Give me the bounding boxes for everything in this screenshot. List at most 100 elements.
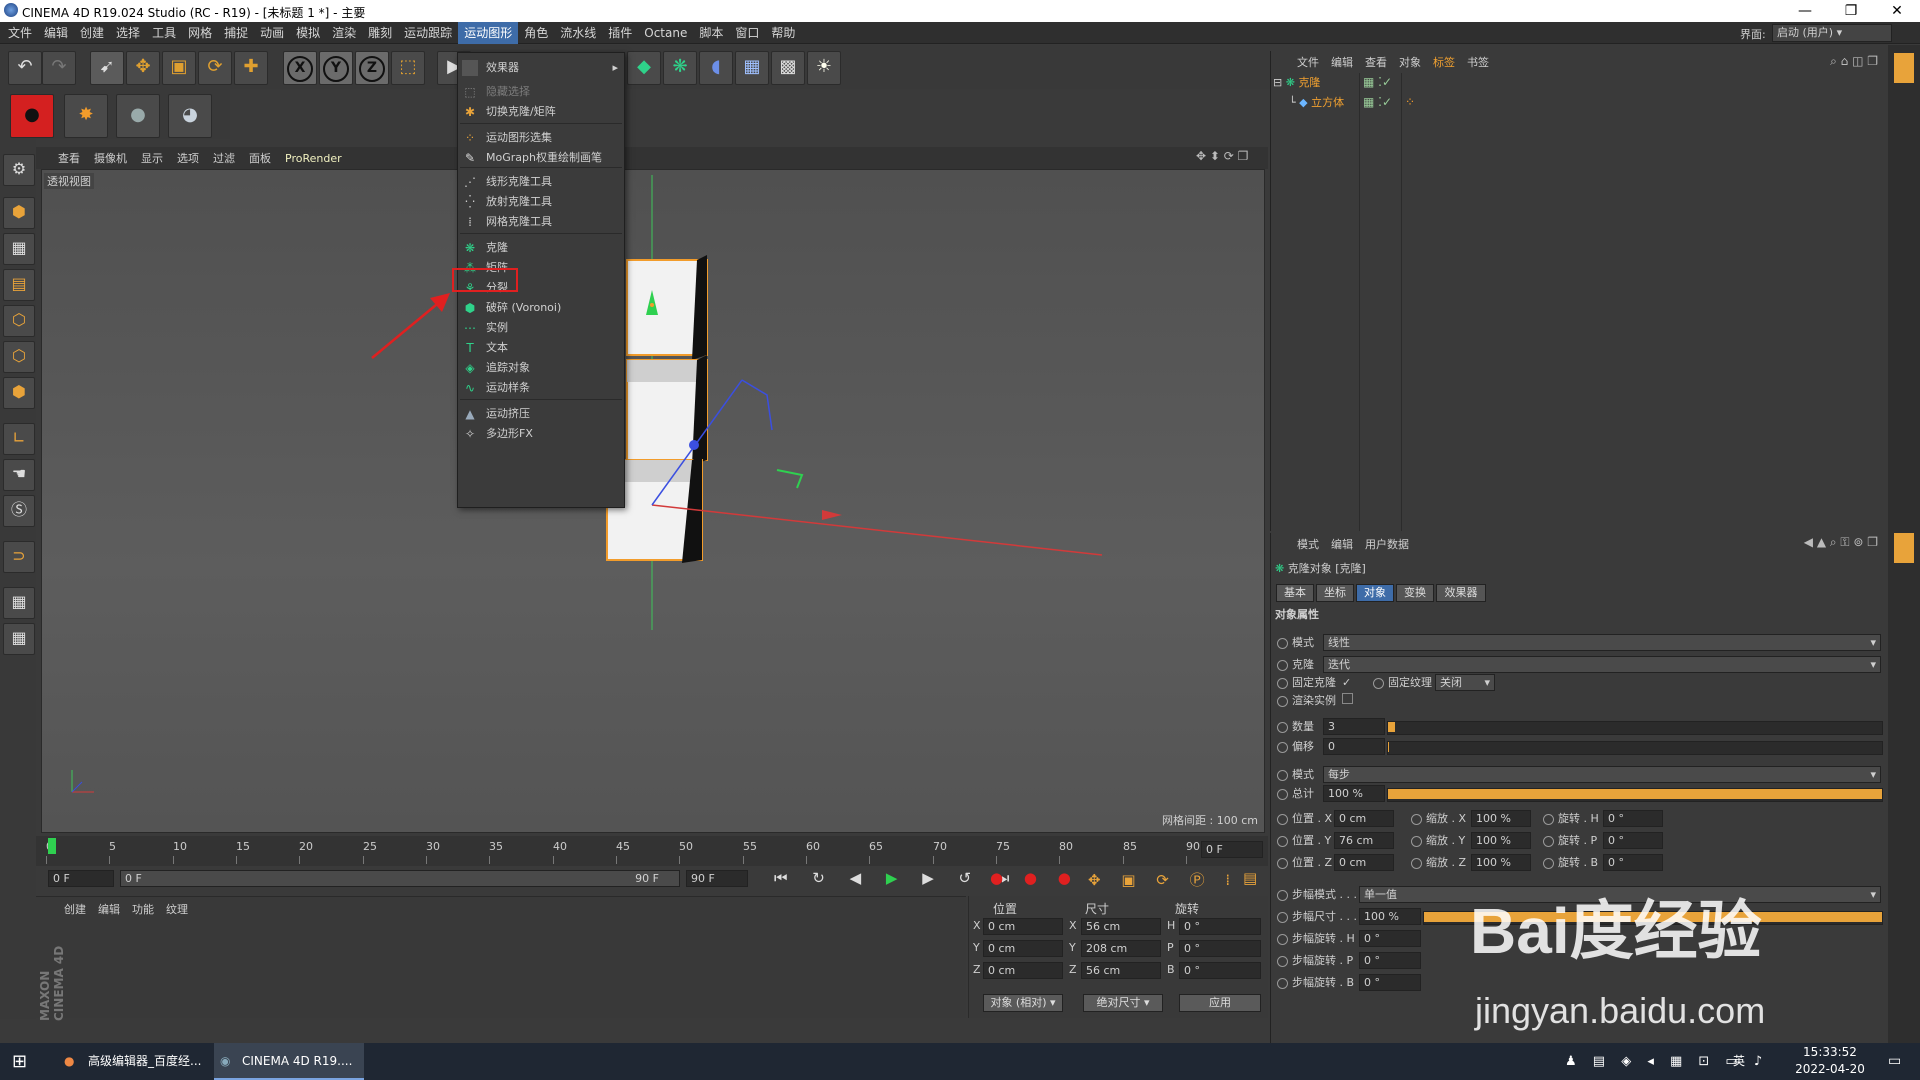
start-frame-field[interactable]: 0 F bbox=[48, 870, 114, 887]
cloner-visibility-icons[interactable]: ▦ ⁚✓ bbox=[1363, 75, 1392, 89]
mograph-menu-item-1[interactable]: ✱ 切换克隆/矩阵 bbox=[458, 101, 624, 123]
render-settings-button[interactable]: ✸ bbox=[64, 94, 108, 138]
animate-radio[interactable] bbox=[1277, 835, 1288, 847]
step-size-field[interactable]: 100 % bbox=[1359, 908, 1421, 925]
animate-radio[interactable] bbox=[1411, 857, 1422, 869]
menu-item-1[interactable]: 编辑 bbox=[38, 22, 74, 44]
menu-item-18[interactable]: 窗口 bbox=[729, 22, 765, 44]
phong-tag-icon[interactable]: ⁘ bbox=[1405, 95, 1415, 109]
render-instance-checkbox[interactable] bbox=[1342, 693, 1353, 704]
range-slider[interactable]: 0 F 90 F bbox=[120, 870, 680, 887]
menu-item-8[interactable]: 模拟 bbox=[290, 22, 326, 44]
material-sphere-icon[interactable]: ● bbox=[116, 94, 160, 138]
menu-item-15[interactable]: 插件 bbox=[602, 22, 638, 44]
menu-item-6[interactable]: 捕捉 bbox=[218, 22, 254, 44]
animate-radio[interactable] bbox=[1277, 911, 1288, 923]
transform-tool-button[interactable]: ✚ bbox=[234, 51, 268, 85]
menu-item-0[interactable]: 文件 bbox=[2, 22, 38, 44]
menu-item-5[interactable]: 网格 bbox=[182, 22, 218, 44]
total-field[interactable]: 100 % bbox=[1323, 785, 1385, 802]
total-slider[interactable] bbox=[1387, 788, 1883, 802]
mograph-menu-item-7[interactable]: ❋ 克隆 bbox=[458, 237, 624, 259]
mograph-menu-item-6[interactable]: ⁞ 网格克隆工具 bbox=[458, 211, 624, 233]
floor-object-button[interactable]: ▦ bbox=[735, 51, 769, 85]
select-tool-button[interactable]: ➹ bbox=[90, 51, 124, 85]
menu-item-17[interactable]: 脚本 bbox=[693, 22, 729, 44]
playhead[interactable] bbox=[48, 838, 56, 854]
coord-rot-field[interactable]: 0 ° bbox=[1179, 918, 1261, 935]
attr-pos-field[interactable]: 0 cm bbox=[1334, 810, 1394, 827]
redo-button[interactable]: ↷ bbox=[42, 51, 76, 85]
ime-indicator[interactable]: 英 bbox=[1733, 1043, 1745, 1080]
coord-size-field[interactable]: 208 cm bbox=[1081, 940, 1161, 957]
mograph-menu-item-4[interactable]: ⋰ 线形克隆工具 bbox=[458, 171, 624, 193]
viewport-nav-icons[interactable]: ✥ ⬍ ⟳ ❐ bbox=[1196, 149, 1248, 163]
animate-radio[interactable] bbox=[1277, 637, 1288, 649]
object-menu-item-3[interactable]: 对象 bbox=[1399, 56, 1421, 69]
menu-item-3[interactable]: 选择 bbox=[110, 22, 146, 44]
attr-rot-field[interactable]: 0 ° bbox=[1603, 810, 1663, 827]
menu-item-12[interactable]: 运动图形 bbox=[458, 22, 519, 44]
menu-item-7[interactable]: 动画 bbox=[254, 22, 290, 44]
clone-select[interactable]: 迭代 ▾ bbox=[1323, 656, 1881, 673]
animate-radio[interactable] bbox=[1277, 857, 1288, 869]
x-axis-lock-button[interactable]: X bbox=[283, 51, 317, 85]
current-frame-field[interactable]: 0 F bbox=[1201, 841, 1263, 858]
animate-radio[interactable] bbox=[1277, 813, 1288, 825]
apply-button[interactable]: 应用 bbox=[1179, 994, 1261, 1012]
attr-tab-3[interactable]: 变换 bbox=[1396, 584, 1434, 602]
snap-icon[interactable]: Ⓢ bbox=[3, 495, 35, 527]
animate-radio[interactable] bbox=[1277, 695, 1288, 707]
attr-pos-field[interactable]: 76 cm bbox=[1334, 832, 1394, 849]
rotate-tool-button[interactable]: ⟳ bbox=[198, 51, 232, 85]
taskbar-app-cinema4d[interactable]: ◉ CINEMA 4D R19.... bbox=[214, 1043, 364, 1080]
attr-rot-field[interactable]: 0 ° bbox=[1603, 832, 1663, 849]
menu-item-10[interactable]: 雕刻 bbox=[362, 22, 398, 44]
viewport-menu-item-0[interactable]: 查看 bbox=[58, 152, 80, 165]
fix-texture-select[interactable]: 关闭 ▾ bbox=[1435, 674, 1495, 691]
attr-tab-1[interactable]: 坐标 bbox=[1316, 584, 1354, 602]
close-icon[interactable]: ✕ bbox=[1874, 1, 1920, 21]
undo-button[interactable]: ↶ bbox=[8, 51, 42, 85]
axis-mode-icon[interactable]: ∟ bbox=[3, 423, 35, 455]
coordinate-system-button[interactable]: ⬚ bbox=[391, 51, 425, 85]
attr-tab-2[interactable]: 对象 bbox=[1356, 584, 1394, 602]
attr-scale-field[interactable]: 100 % bbox=[1471, 810, 1531, 827]
animate-radio[interactable] bbox=[1277, 788, 1288, 800]
notification-icon[interactable]: ▭ bbox=[1888, 1043, 1901, 1080]
menu-item-16[interactable]: Octane bbox=[638, 22, 693, 44]
menu-item-11[interactable]: 运动跟踪 bbox=[398, 22, 458, 44]
viewport-menu-item-5[interactable]: 面板 bbox=[249, 152, 271, 165]
minimize-icon[interactable]: — bbox=[1782, 1, 1828, 21]
mograph-menu-item-13[interactable]: ◈ 追踪对象 bbox=[458, 357, 624, 379]
taskbar-app-chrome[interactable]: ● 高级编辑器_百度经... bbox=[60, 1043, 238, 1080]
clock-date[interactable]: 2022-04-20 bbox=[1790, 1062, 1870, 1076]
viewport-menu-item-6[interactable]: ProRender bbox=[285, 152, 342, 165]
mograph-menu-item-3[interactable]: ✎ MoGraph权重绘制画笔 bbox=[458, 147, 624, 169]
animate-radio[interactable] bbox=[1543, 813, 1554, 825]
cube-visibility-icons[interactable]: ▦ ⁚✓ bbox=[1363, 95, 1392, 109]
menu-item-4[interactable]: 工具 bbox=[146, 22, 182, 44]
mograph-menu-item-15[interactable]: ▲ 运动挤压 bbox=[458, 403, 624, 425]
mograph-menu-item-10[interactable]: ⬢ 破碎 (Voronoi) bbox=[458, 297, 624, 319]
object-menu-item-2[interactable]: 查看 bbox=[1365, 56, 1387, 69]
attributes-tab-icon[interactable] bbox=[1894, 533, 1914, 563]
offset-field[interactable]: 0 bbox=[1323, 738, 1385, 755]
animate-radio[interactable] bbox=[1277, 741, 1288, 753]
animate-radio[interactable] bbox=[1277, 889, 1288, 901]
grid-lock-icon[interactable]: ▦ bbox=[3, 587, 35, 619]
texture-mode-icon[interactable]: ▦ bbox=[3, 233, 35, 265]
cube-object-button[interactable]: ◆ bbox=[627, 51, 661, 85]
render-button[interactable]: ● bbox=[10, 94, 54, 138]
menu-item-14[interactable]: 流水线 bbox=[554, 22, 602, 44]
magnet-icon[interactable]: ⊃ bbox=[3, 541, 35, 573]
animate-radio[interactable] bbox=[1373, 677, 1384, 689]
animate-radio[interactable] bbox=[1277, 955, 1288, 967]
mograph-menu-item-5[interactable]: ⁛ 放射克隆工具 bbox=[458, 191, 624, 213]
camera-object-button[interactable]: ▩ bbox=[771, 51, 805, 85]
mograph-menu-item-11[interactable]: ⋯ 实例 bbox=[458, 317, 624, 339]
animate-radio[interactable] bbox=[1277, 933, 1288, 945]
timeline-menu-icon[interactable]: ▤ bbox=[1243, 869, 1257, 887]
count-field[interactable]: 3 bbox=[1323, 718, 1385, 735]
move-tool-button[interactable]: ✥ bbox=[126, 51, 160, 85]
